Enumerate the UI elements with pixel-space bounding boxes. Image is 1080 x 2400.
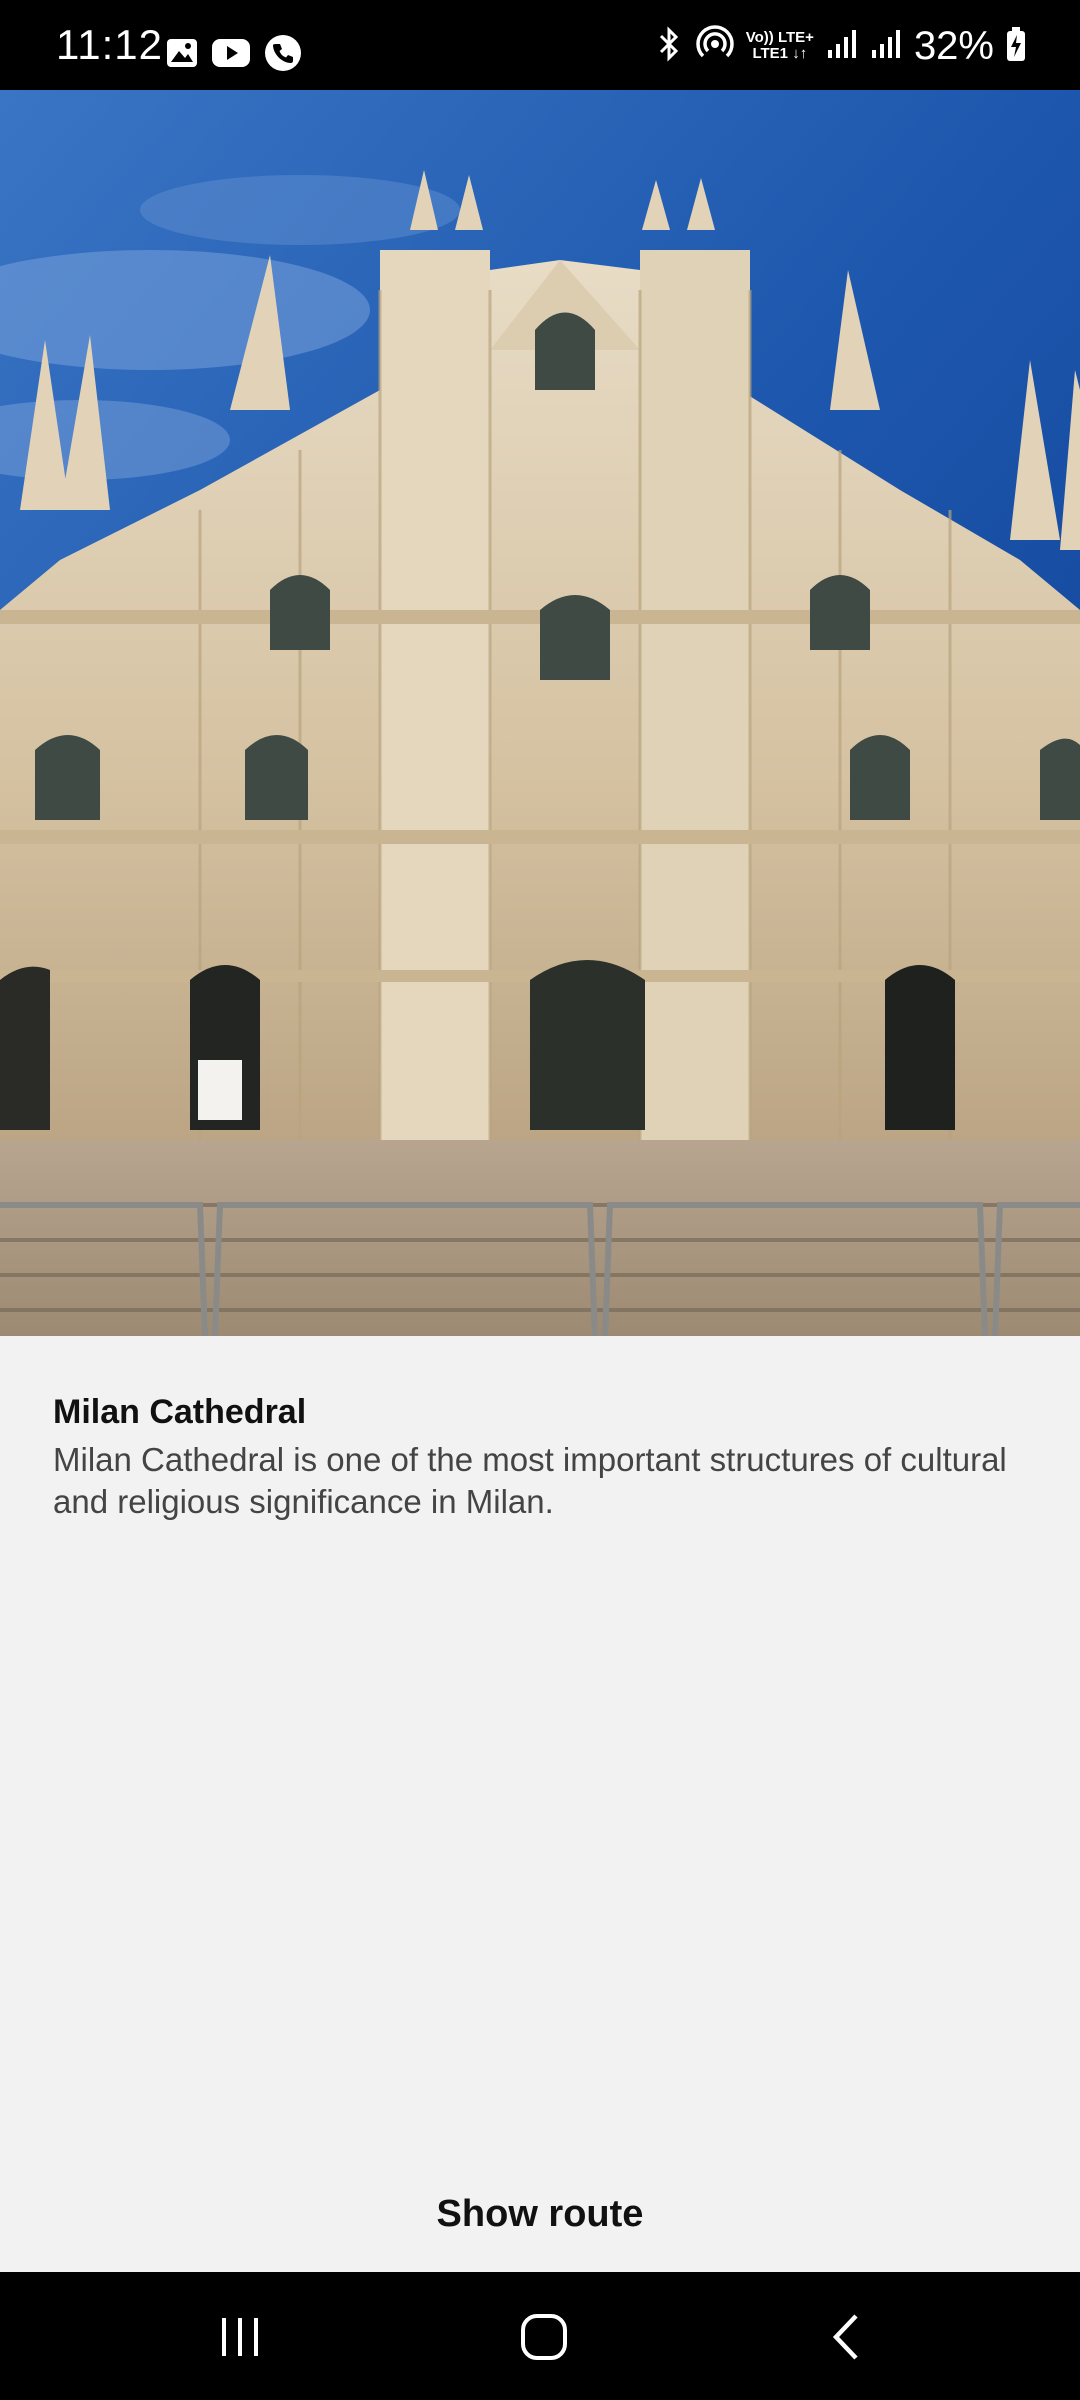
recent-apps-icon	[222, 2318, 258, 2356]
signal-icon	[826, 28, 858, 65]
navigation-bar	[0, 2272, 1080, 2400]
back-icon	[832, 2314, 858, 2360]
signal-icon	[870, 28, 902, 65]
place-description: Milan Cathedral is one of the most impor…	[53, 1441, 1007, 1520]
phone-call-icon	[264, 34, 302, 77]
notification-icons	[166, 34, 302, 77]
recent-apps-button[interactable]	[190, 2302, 290, 2372]
place-details: Milan Cathedral Milan Cathedral is one o…	[0, 1336, 1080, 2272]
show-route-button[interactable]: Show route	[340, 2174, 740, 2254]
battery-level: 32%	[913, 24, 994, 68]
home-icon	[521, 2314, 567, 2360]
home-button[interactable]	[494, 2302, 594, 2372]
status-bar: 11:12 Vo)) LTE+ LTE1 ↓↑ 32%	[0, 0, 1080, 90]
youtube-icon	[212, 39, 250, 72]
place-title: Milan Cathedral	[53, 1393, 307, 1431]
status-time: 11:12	[56, 21, 163, 68]
back-button[interactable]	[796, 2302, 896, 2372]
system-status: Vo)) LTE+ LTE1 ↓↑ 32%	[654, 24, 1026, 68]
gallery-icon	[166, 38, 198, 73]
battery-charging-icon	[1006, 26, 1026, 66]
hero-image	[0, 90, 1080, 1336]
hotspot-icon	[695, 24, 734, 68]
bluetooth-icon	[654, 25, 684, 68]
network-type: Vo)) LTE+ LTE1 ↓↑	[745, 29, 814, 62]
